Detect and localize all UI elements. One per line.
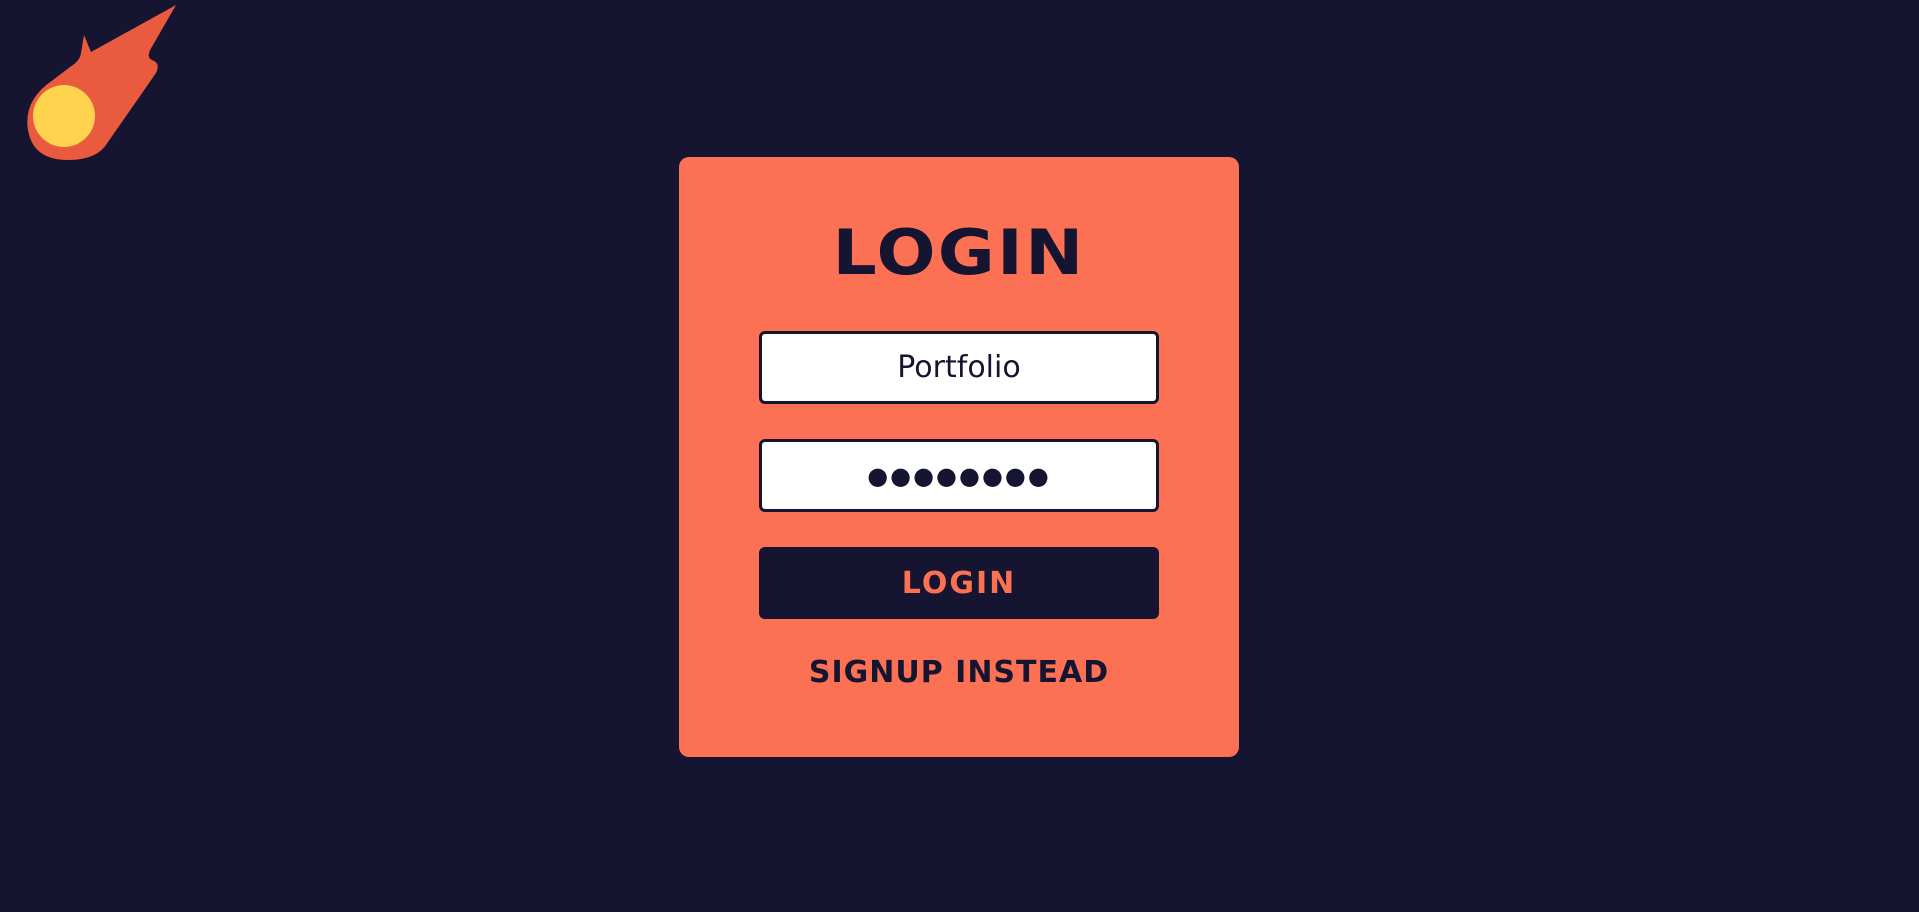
- username-input[interactable]: [759, 331, 1159, 404]
- signup-instead-link[interactable]: SIGNUP INSTEAD: [759, 653, 1159, 693]
- login-button[interactable]: LOGIN: [759, 547, 1159, 619]
- password-input[interactable]: [759, 439, 1159, 512]
- comet-logo-icon[interactable]: [18, 5, 178, 165]
- comet-core: [33, 85, 95, 147]
- login-title: LOGIN: [832, 216, 1086, 289]
